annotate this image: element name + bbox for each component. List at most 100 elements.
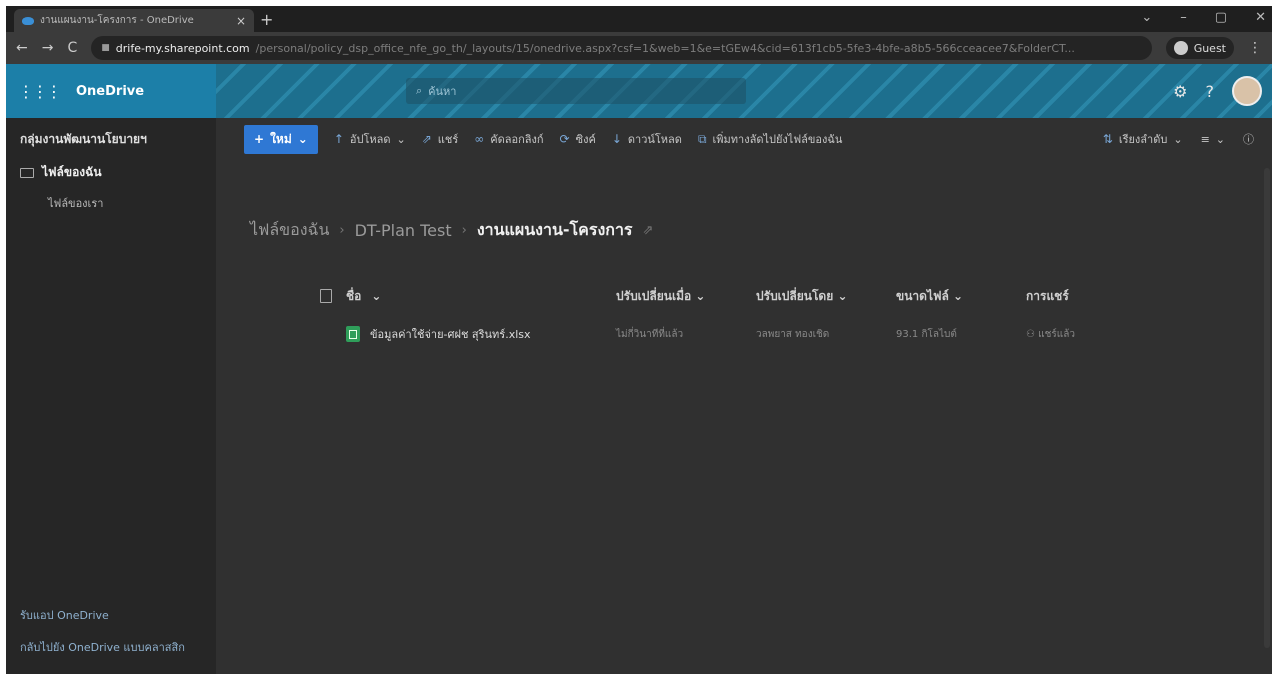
url-input[interactable]: ■ drife-my.sharepoint.com /personal/poli… [91, 36, 1152, 60]
copy-link-label: คัดลอกลิงก์ [490, 133, 544, 146]
browser-tab[interactable]: งานแผนงาน-โครงการ - OneDrive × [14, 9, 254, 32]
download-label: ดาวน์โหลด [627, 133, 682, 146]
window-controls: ⌄ – ▢ ✕ [1141, 10, 1266, 25]
tab-strip: งานแผนงาน-โครงการ - OneDrive × + ⌄ – ▢ ✕ [6, 6, 1272, 32]
get-app-link[interactable]: รับแอป OneDrive [20, 608, 200, 624]
help-icon[interactable]: ? [1206, 82, 1215, 101]
chevron-right-icon: › [339, 223, 345, 238]
close-window-button[interactable]: ✕ [1255, 10, 1266, 25]
share-folder-icon[interactable]: ⇗ [643, 223, 654, 238]
add-shortcut-label: เพิ่มทางลัดไปยังไฟล์ของฉัน [712, 133, 843, 146]
chevron-down-icon: ⌄ [695, 288, 706, 303]
column-sharing-label: การแชร์ [1026, 288, 1069, 303]
lock-icon: ■ [101, 43, 110, 53]
minimize-button[interactable]: – [1180, 10, 1187, 25]
column-name[interactable]: ชื่อ ⌄ [346, 287, 616, 306]
sidebar-item-label: ไฟล์ของฉัน [42, 165, 102, 179]
search-box[interactable]: ⌕ ค้นหา [406, 78, 746, 104]
tab-close-icon[interactable]: × [236, 14, 246, 28]
classic-onedrive-link[interactable]: กลับไปยัง OneDrive แบบคลาสสิก [20, 640, 200, 656]
app-name[interactable]: OneDrive [76, 84, 144, 99]
column-sharing[interactable]: การแชร์ [1026, 287, 1106, 306]
url-host: drife-my.sharepoint.com [115, 41, 250, 55]
file-size: 93.1 กิโลไบต์ [896, 328, 957, 340]
file-list: ชื่อ ⌄ ปรับเปลี่ยนเมื่อ ⌄ ปรับเปลี่ยนโดย … [306, 278, 1106, 354]
upload-icon: ↑ [333, 132, 344, 146]
scrollbar[interactable] [1264, 168, 1270, 648]
file-sharing-label: แชร์แล้ว [1038, 328, 1075, 340]
new-button-label: ใหม่ [270, 131, 292, 146]
sync-button[interactable]: ⟳ ซิงค์ [560, 130, 596, 148]
file-sharing: ⚇ แชร์แล้ว [1026, 327, 1106, 342]
url-path: /personal/policy_dsp_office_nfe_go_th/_l… [255, 41, 1075, 55]
command-bar: + ใหม่ ⌄ ↑ อัปโหลด ⌄ ⇗ แชร์ ∞ คัดลอกลิงก… [216, 118, 1272, 160]
share-button[interactable]: ⇗ แชร์ [422, 130, 459, 148]
app-launcher-area: ⋮⋮⋮ OneDrive [6, 64, 216, 118]
back-button[interactable]: ← [16, 40, 28, 56]
onedrive-cloud-icon [22, 16, 34, 25]
sidebar-footer: รับแอป OneDrive กลับไปยัง OneDrive แบบคล… [20, 592, 200, 656]
app-launcher-icon[interactable]: ⋮⋮⋮ [18, 82, 62, 101]
tab-search-icon[interactable]: ⌄ [1141, 10, 1152, 25]
download-icon: ↓ [611, 132, 622, 146]
chevron-down-icon: ⌄ [1215, 132, 1225, 146]
shortcut-icon: ⧉ [697, 131, 707, 146]
left-navigation: กลุ่มงานพัฒนานโยบายฯ ไฟล์ของฉัน ไฟล์ของเ… [6, 118, 216, 674]
add-shortcut-button[interactable]: ⧉ เพิ่มทางลัดไปยังไฟล์ของฉัน [698, 130, 842, 148]
chevron-down-icon: ⌄ [953, 288, 964, 303]
upload-label: อัปโหลด [349, 133, 391, 146]
breadcrumb: ไฟล์ของฉัน › DT-Plan Test › งานแผนงาน-โค… [250, 218, 653, 243]
chevron-down-icon: ⌄ [1173, 132, 1183, 146]
suite-actions: ⚙ ? [1173, 76, 1262, 106]
chevron-down-icon: ⌄ [396, 132, 406, 146]
chevron-down-icon: ⌄ [297, 132, 308, 146]
column-modified[interactable]: ปรับเปลี่ยนเมื่อ ⌄ [616, 287, 756, 306]
info-icon[interactable]: ⓘ [1243, 131, 1254, 147]
guest-avatar-icon [1173, 41, 1188, 55]
new-button[interactable]: + ใหม่ ⌄ [244, 124, 318, 154]
profile-button[interactable]: Guest [1165, 37, 1234, 59]
sidebar-item-our-files[interactable]: ไฟล์ของเรา [6, 188, 216, 218]
column-name-label: ชื่อ [346, 288, 362, 303]
copy-link-button[interactable]: ∞ คัดลอกลิงก์ [474, 130, 543, 148]
suite-header: ⋮⋮⋮ OneDrive ⌕ ค้นหา ⚙ ? [6, 64, 1272, 118]
main-content: + ใหม่ ⌄ ↑ อัปโหลด ⌄ ⇗ แชร์ ∞ คัดลอกลิงก… [216, 118, 1272, 674]
user-avatar[interactable] [1232, 76, 1262, 106]
settings-icon[interactable]: ⚙ [1173, 82, 1187, 101]
plus-icon: + [254, 132, 265, 146]
sync-label: ซิงค์ [575, 133, 596, 146]
breadcrumb-dt-plan-test[interactable]: DT-Plan Test [355, 221, 452, 240]
share-label: แชร์ [437, 133, 459, 146]
sync-icon: ⟳ [559, 132, 570, 146]
breadcrumb-current-folder: งานแผนงาน-โครงการ [476, 220, 633, 239]
browser-menu-icon[interactable]: ⋮ [1248, 40, 1262, 56]
browser-window: งานแผนงาน-โครงการ - OneDrive × + ⌄ – ▢ ✕… [6, 6, 1272, 674]
new-tab-button[interactable]: + [260, 10, 273, 29]
sort-icon: ⇅ [1102, 132, 1113, 146]
guest-label: Guest [1193, 41, 1226, 55]
forward-button[interactable]: → [42, 40, 54, 56]
chevron-down-icon: ⌄ [837, 288, 848, 303]
view-options-button[interactable]: ≡ ⌄ [1201, 133, 1225, 146]
sidebar-item-label: ไฟล์ของเรา [48, 197, 104, 210]
reload-button[interactable]: C [67, 40, 77, 56]
column-size-label: ขนาดไฟล์ [896, 288, 949, 303]
sort-button[interactable]: ⇅ เรียงลำดับ ⌄ [1103, 130, 1183, 148]
table-row[interactable]: ข้อมูลค่าใช้จ่าย-ศฝช สุรินทร์.xlsx ไม่กี… [306, 314, 1106, 354]
file-type-icon[interactable] [320, 289, 332, 303]
maximize-button[interactable]: ▢ [1215, 10, 1227, 25]
link-icon: ∞ [474, 132, 485, 146]
column-modified-by[interactable]: ปรับเปลี่ยนโดย ⌄ [756, 287, 896, 306]
file-modified: ไม่กี่วินาทีที่แล้ว [616, 328, 684, 340]
sidebar-item-my-files[interactable]: ไฟล์ของฉัน [6, 157, 216, 188]
command-bar-right: ⇅ เรียงลำดับ ⌄ ≡ ⌄ ⓘ [1103, 130, 1254, 148]
breadcrumb-my-files[interactable]: ไฟล์ของฉัน [250, 218, 329, 243]
search-placeholder: ค้นหา [428, 85, 457, 98]
file-modified-by: วลพยาส ทองเชิด [756, 328, 830, 340]
column-size[interactable]: ขนาดไฟล์ ⌄ [896, 287, 1026, 306]
list-view-icon: ≡ [1200, 132, 1210, 146]
upload-button[interactable]: ↑ อัปโหลด ⌄ [334, 130, 406, 148]
address-bar: ← → C ■ drife-my.sharepoint.com /persona… [6, 32, 1272, 64]
file-name[interactable]: ข้อมูลค่าใช้จ่าย-ศฝช สุรินทร์.xlsx [370, 325, 531, 343]
download-button[interactable]: ↓ ดาวน์โหลด [612, 130, 682, 148]
